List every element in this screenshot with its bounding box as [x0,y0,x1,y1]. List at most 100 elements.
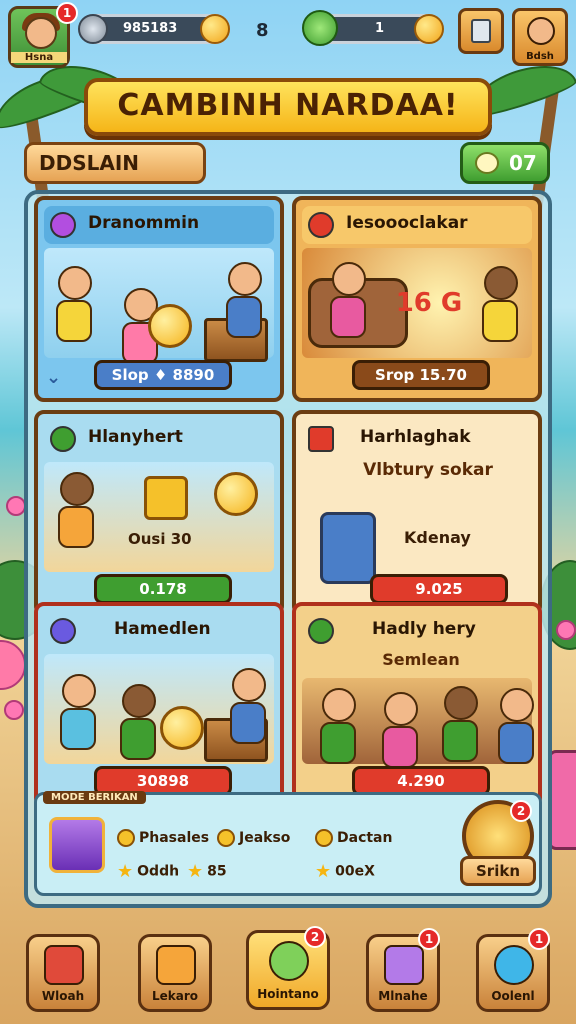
star-icon: ★ [187,861,204,882]
spin-badge: 2 [510,800,532,822]
nav-label: Oolenl [491,989,535,1003]
device-icon [320,512,376,584]
cube-icon [384,945,424,985]
reward-item: ★ 00eX [315,861,375,882]
card-title: Iesoooclakar [346,213,468,233]
gold-coin-icon [148,304,192,348]
flower [6,496,26,516]
avatar-face [25,17,57,49]
card-header: Harhlaghak [302,420,532,458]
card-scene: 16 G [302,248,532,358]
card-title: Hadly hery [372,619,476,639]
card-scene: Ousi 30 [44,462,274,572]
price-button[interactable]: Slop ♦ 8890 [94,360,232,390]
middle-counter: 8 [256,20,269,41]
star-icon: ★ [315,861,332,882]
price-button[interactable]: 0.178 [94,574,232,604]
gem-counter-button[interactable]: 07 [460,142,550,184]
card-header: Hamedlen [44,612,274,650]
gold-coin-icon [160,706,204,750]
player-name: Hsna [11,52,67,63]
burst-value: 16 G [395,288,463,318]
offer-card-6[interactable]: Hadly hery Semlean 4.290 [292,602,542,808]
card-title: Hlanyhert [88,427,183,447]
check-icon [308,618,334,644]
spin-button[interactable]: Srikn [460,856,536,886]
card-subtitle: Semlean [382,650,460,669]
card-label: Kdenay [404,528,471,547]
nav-label: Lekaro [151,989,199,1003]
coins-value: 985183 [123,21,178,36]
shop-stand-button[interactable] [458,8,504,54]
offer-card-3[interactable]: Hlanyhert Ousi 30 0.178 [34,410,284,616]
page-title: CAMBINH NARDAA! [84,78,492,136]
card-scene [302,678,534,768]
card-header: Iesoooclakar [302,206,532,244]
offer-card-4[interactable]: Harhlaghak Vlbtury sokar Kdenay 9.025 [292,410,542,616]
offer-card-5[interactable]: Hamedlen 30898 [34,602,284,808]
ticket-icon [308,426,334,452]
flower [556,620,576,640]
gem-cluster-icon [475,152,499,174]
reward-item: ★ 85 [187,861,227,882]
nav-item-chest[interactable]: Wloah [26,934,100,1012]
chevron-down-icon[interactable]: ⌄ [46,367,61,388]
price-button[interactable]: 9.025 [370,574,508,604]
vehicle-shape [548,750,576,850]
shield-icon [50,618,76,644]
coin-icon [414,14,444,44]
star-icon: ★ [117,861,134,882]
balloon [0,640,26,690]
card-scene [44,248,274,364]
friend-face-icon [527,17,555,45]
card-header: Hlanyhert [44,420,274,458]
offer-card-2[interactable]: Iesoooclakar 16 G Srop 15.70 [292,196,542,402]
friend-avatar-button[interactable]: Bdsh [512,8,568,66]
nav-badge: 1 [528,928,550,950]
gem-counter-value: 07 [509,151,537,175]
player-notification-badge: 1 [56,2,78,24]
rewards-tag: MODE BERIKAN [43,791,146,804]
nav-badge: 2 [304,926,326,948]
nav-label: Mlnahe [378,989,428,1003]
card-subtitle: Vlbtury sokar [363,460,493,480]
gold-bar-icon [144,476,188,520]
chest-icon[interactable] [49,817,105,873]
offer-card-1[interactable]: Dranommin ⌄ Slop ♦ 8890 [34,196,284,402]
card-title: Harhlaghak [360,427,471,447]
coin-icon [200,14,230,44]
chest-icon [44,945,84,985]
fire-icon [308,212,334,238]
nav-label: Wloah [41,989,85,1003]
bubble-icon [494,945,534,985]
top-hud: Hsna 1 985183 8 1 Bdsh [0,0,576,70]
reward-item: ★ Oddh [117,861,180,882]
gems-value: 1 [375,21,385,36]
friend-label: Bdsh [526,51,554,62]
category-tab[interactable]: DDSLAIN [24,142,206,184]
gold-coin-icon [214,472,258,516]
card-header: Dranommin [44,206,274,244]
reward-item: Dactan [315,829,392,847]
nav-item-build[interactable]: Lekaro [138,934,212,1012]
frog-icon [302,10,338,46]
reward-item: Phasales [117,829,209,847]
trophy-icon [471,19,491,43]
coin-icon [315,829,333,847]
leaf-icon [269,941,309,981]
card-header: Hadly hery [302,612,532,650]
nav-label: Hointano [257,987,319,1001]
flower [4,700,24,720]
heart-icon [50,212,76,238]
bottom-nav: Wloah Lekaro Hointano 2 Mlnahe 1 Oolenl … [0,920,576,1024]
price-button[interactable]: Srop 15.70 [352,360,490,390]
card-scene [44,654,274,764]
card-subtext: Ousi 30 [128,530,192,548]
card-title: Hamedlen [114,619,211,639]
reward-item: Jeakso [217,829,290,847]
card-title: Dranommin [88,213,200,233]
hammer-icon [156,945,196,985]
compass-icon [78,14,108,44]
nav-badge: 1 [418,928,440,950]
coin-icon [117,829,135,847]
